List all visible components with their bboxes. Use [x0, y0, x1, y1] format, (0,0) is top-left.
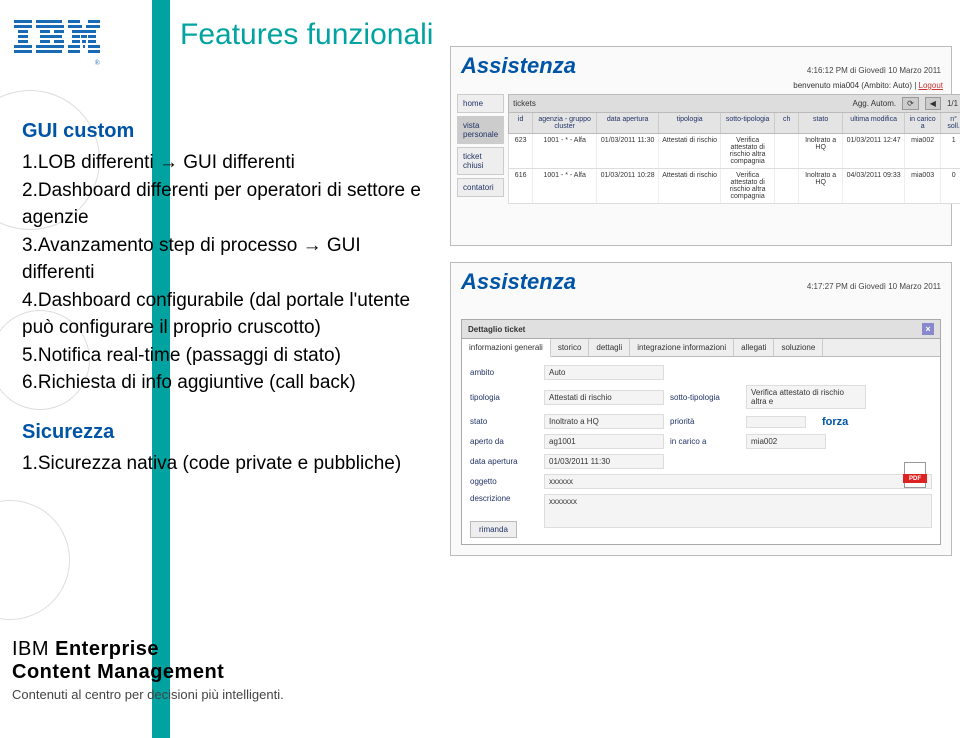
col-incarico[interactable]: in carico a	[905, 113, 941, 133]
label-dataap: data apertura	[470, 457, 538, 466]
label-stato: stato	[470, 417, 538, 426]
value-apertoda: ag1001	[544, 434, 664, 449]
sidebar-item-home[interactable]: home	[457, 94, 504, 113]
list-item: 1.Sicurezza nativa (code private e pubbl…	[22, 450, 427, 478]
sidebar-item-chiusi[interactable]: ticket chiusi	[457, 147, 504, 175]
close-icon[interactable]: ×	[922, 323, 934, 335]
timestamp: 4:16:12 PM di Giovedì 10 Marzo 2011	[807, 66, 941, 75]
label-oggetto: oggetto	[470, 477, 538, 486]
ibm-logo: ®	[14, 20, 100, 67]
label-apertoda: aperto da	[470, 437, 538, 446]
label-incarico: in carico a	[670, 437, 740, 446]
value-sottotip: Verifica attestato di rischio altra e	[746, 385, 866, 409]
page-indicator: 1/1	[947, 99, 958, 108]
app-screenshot-list: Assistenza 4:16:12 PM di Giovedì 10 Marz…	[450, 46, 952, 246]
security-heading: Sicurezza	[22, 421, 427, 444]
col-data[interactable]: data apertura	[597, 113, 659, 133]
value-dataap: 01/03/2011 11:30	[544, 454, 664, 469]
col-agenzia[interactable]: agenzia - gruppo cluster	[533, 113, 597, 133]
table-row[interactable]: 623 1001 - * - Alfa 01/03/2011 11:30 Att…	[508, 134, 960, 169]
label-sottotip: sotto-tipologia	[670, 393, 740, 402]
form: ambito Auto tipologia Attestati di risch…	[462, 357, 940, 541]
tab-integrazione[interactable]: integrazione informazioni	[630, 339, 734, 356]
col-ch[interactable]: ch	[775, 113, 799, 133]
value-tipologia: Attestati di rischio	[544, 390, 664, 405]
col-nsoll[interactable]: n° soll.	[941, 113, 960, 133]
footer-ibm: IBM	[12, 638, 49, 660]
modal-title: Dettaglio ticket	[468, 325, 525, 334]
col-ultima[interactable]: ultima modifica	[843, 113, 905, 133]
value-stato: Inoltrato a HQ	[544, 414, 664, 429]
table-header: id agenzia - gruppo cluster data apertur…	[508, 113, 960, 134]
timestamp: 4:17:27 PM di Giovedì 10 Marzo 2011	[807, 282, 941, 291]
left-column: GUI custom 1.LOB differenti → GUI differ…	[22, 120, 427, 477]
refresh-button[interactable]: ⟳	[902, 97, 919, 110]
rimanda-button[interactable]: rimanda	[470, 521, 517, 538]
label-tipologia: tipologia	[470, 393, 538, 402]
app-screenshot-detail: Assistenza 4:17:27 PM di Giovedì 10 Marz…	[450, 262, 952, 556]
detail-modal: Dettaglio ticket × informazioni generali…	[461, 319, 941, 545]
app-title: Assistenza	[461, 53, 576, 79]
col-sottotip[interactable]: sotto-tipologia	[721, 113, 775, 133]
col-id[interactable]: id	[509, 113, 533, 133]
label-priorita: priorità	[670, 417, 740, 426]
footer-tagline: Contenuti al centro per decisioni più in…	[12, 687, 284, 702]
col-tipologia[interactable]: tipologia	[659, 113, 721, 133]
slide-title: Features funzionali	[140, 18, 433, 52]
col-stato[interactable]: stato	[799, 113, 843, 133]
tab-soluzione[interactable]: soluzione	[774, 339, 823, 356]
agg-autom-label: Agg. Autom.	[853, 99, 897, 108]
sidebar: home vista personale ticket chiusi conta…	[457, 94, 504, 204]
list-item: 6.Richiesta di info aggiuntive (call bac…	[22, 369, 427, 397]
value-incarico: mia002	[746, 434, 826, 449]
forza-link[interactable]: forza	[822, 416, 848, 428]
footer-enterprise: Enterprise	[55, 638, 159, 660]
table-row[interactable]: 616 1001 - * - Alfa 01/03/2011 10:28 Att…	[508, 169, 960, 204]
toolbar-label: tickets	[513, 99, 536, 108]
tab-dettagli[interactable]: dettagli	[589, 339, 630, 356]
list-item: 5.Notifica real-time (passaggi di stato)	[22, 342, 427, 370]
tab-storico[interactable]: storico	[551, 339, 590, 356]
pdf-icon[interactable]: PDF	[904, 462, 926, 488]
sidebar-item-contatori[interactable]: contatori	[457, 178, 504, 197]
label-ambito: ambito	[470, 368, 538, 377]
prev-page-button[interactable]: ◀	[925, 97, 941, 110]
label-descrizione: descrizione	[470, 494, 538, 503]
gui-heading: GUI custom	[22, 120, 427, 143]
modal-tabs: informazioni generali storico dettagli i…	[462, 339, 940, 357]
list-item: 3.Avanzamento step di processo → GUI dif…	[22, 232, 427, 287]
app-title: Assistenza	[461, 269, 576, 295]
logout-link[interactable]: Logout	[919, 81, 943, 90]
list-item: 4.Dashboard configurabile (dal portale l…	[22, 287, 427, 342]
sidebar-item-vista[interactable]: vista personale	[457, 116, 504, 144]
value-oggetto[interactable]: xxxxxx	[544, 474, 932, 489]
footer-cm: Content Management	[12, 661, 284, 684]
list-item: 2.Dashboard differenti per operatori di …	[22, 177, 427, 232]
value-priorita[interactable]	[746, 416, 806, 428]
footer-brand: IBM Enterprise Content Management Conten…	[12, 638, 284, 702]
list-item: 1.LOB differenti → GUI differenti	[22, 149, 427, 177]
value-ambito: Auto	[544, 365, 664, 380]
tab-info-generali[interactable]: informazioni generali	[462, 339, 551, 357]
welcome-text: benvenuto mia004 (Ambito: Auto) |	[793, 81, 916, 90]
tab-allegati[interactable]: allegati	[734, 339, 774, 356]
toolbar: tickets Agg. Autom. ⟳ ◀ 1/1 ▶ 15	[508, 94, 960, 113]
